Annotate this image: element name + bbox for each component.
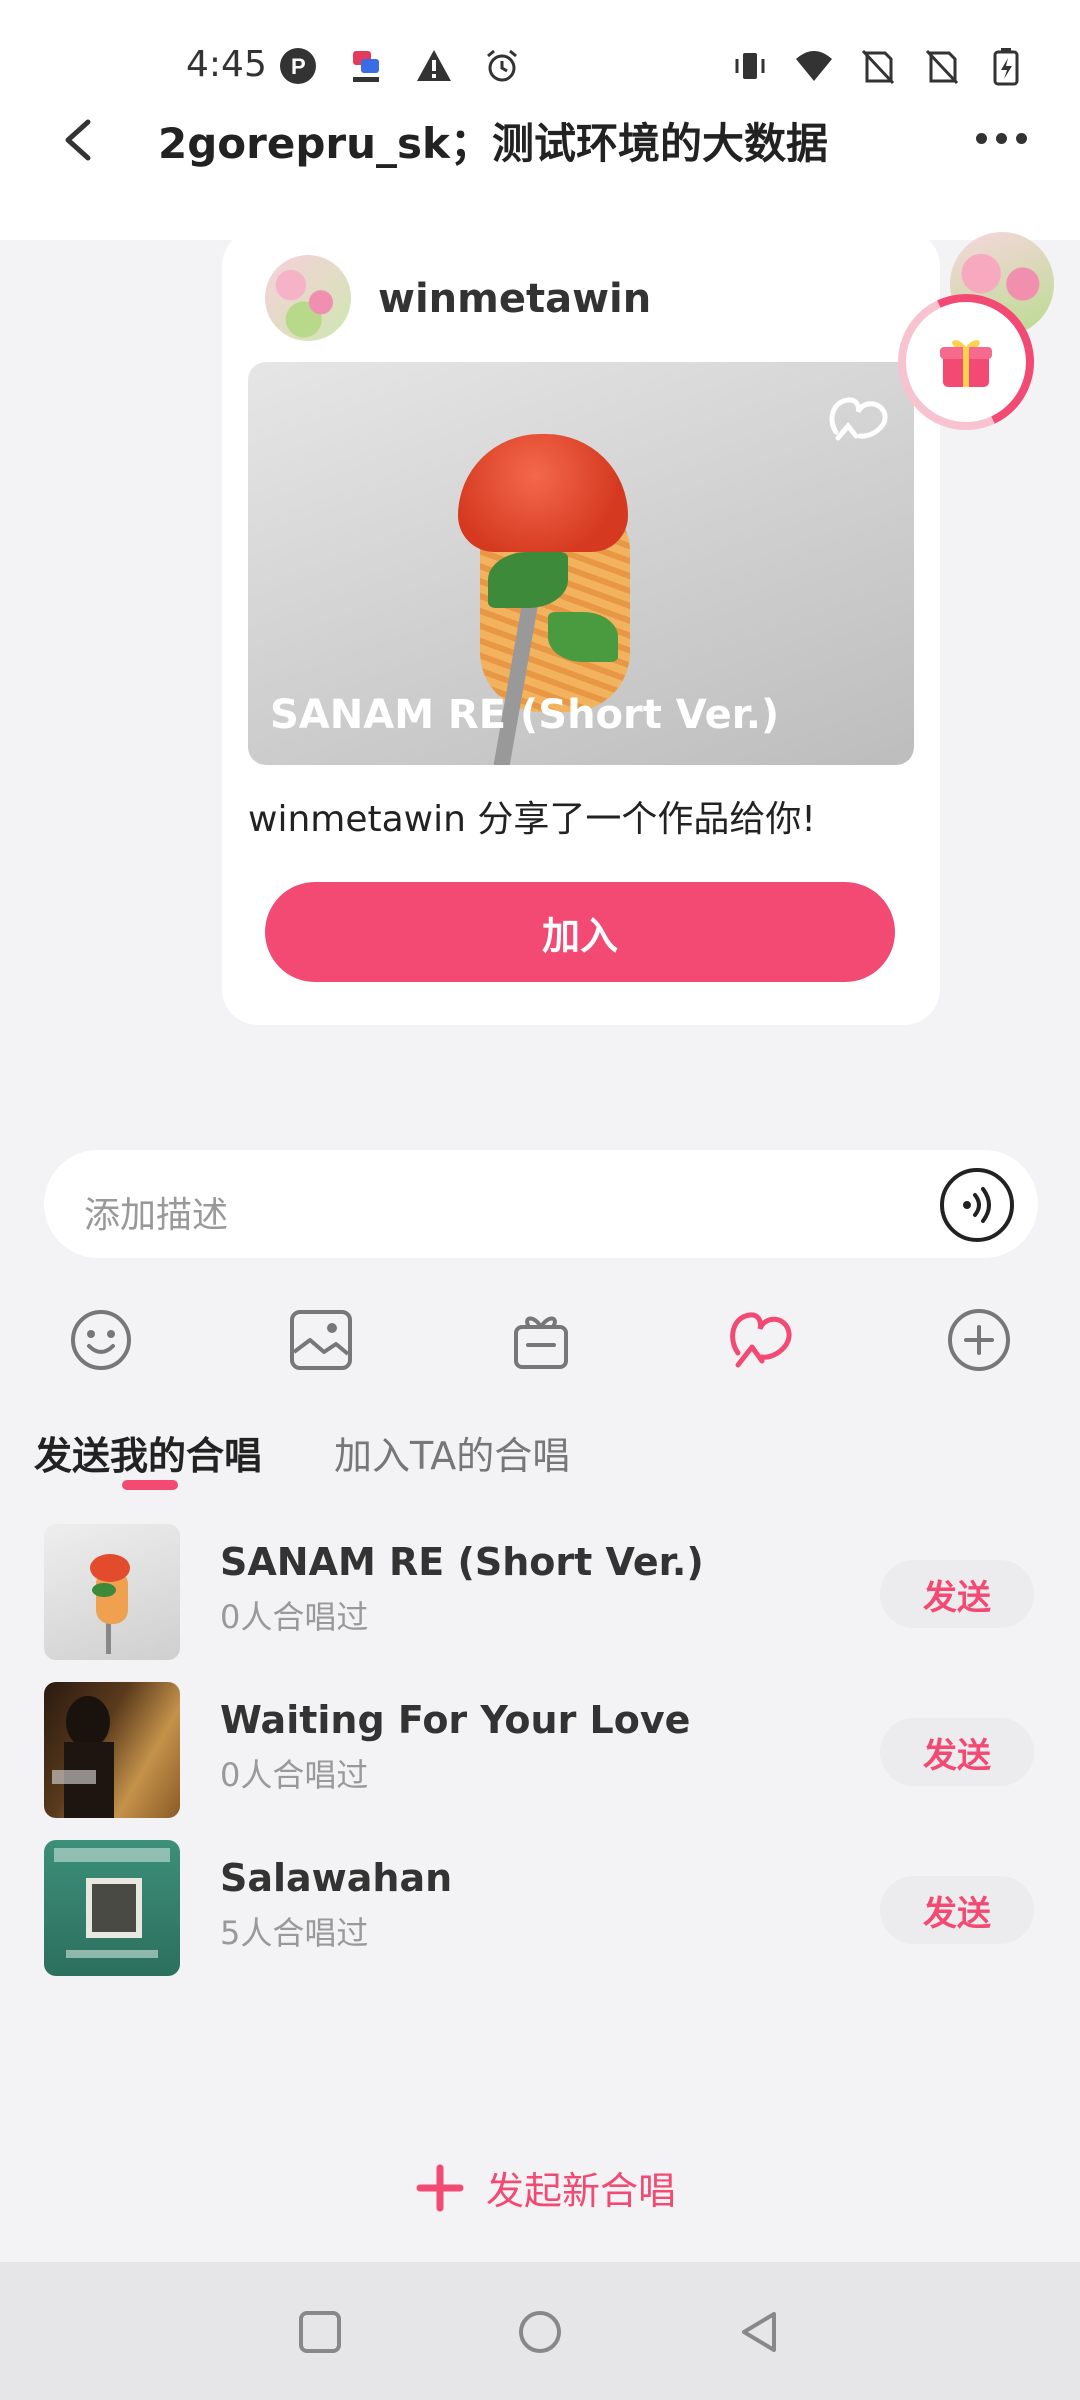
triangle-back-icon xyxy=(742,2312,776,2352)
tab-indicator xyxy=(122,1480,178,1490)
wifi-icon xyxy=(794,46,834,86)
more-options-button[interactable] xyxy=(966,118,1036,158)
description-placeholder: 添加描述 xyxy=(84,1195,229,1236)
cover-song-title: SANAM RE (Short Ver.) xyxy=(270,692,780,738)
image-button[interactable] xyxy=(286,1305,356,1375)
back-nav-button[interactable] xyxy=(734,2306,786,2358)
song-row[interactable]: Waiting For Your Love 0人合唱过 发送 xyxy=(0,1682,1080,1822)
duet-badge-icon xyxy=(826,392,890,446)
circle-icon xyxy=(519,2311,561,2353)
cover-art xyxy=(488,552,568,608)
square-icon xyxy=(299,2311,341,2353)
status-time: 4:45 xyxy=(186,44,267,85)
song-title: SANAM RE (Short Ver.) xyxy=(220,1540,704,1584)
duet-button[interactable] xyxy=(724,1305,794,1375)
no-sim-icon xyxy=(922,46,962,86)
song-row[interactable]: Salawahan 5人合唱过 发送 xyxy=(0,1840,1080,1980)
recents-button[interactable] xyxy=(294,2306,346,2358)
send-button[interactable]: 发送 xyxy=(880,1560,1034,1628)
p-app-icon: P xyxy=(278,46,318,86)
sender-avatar[interactable] xyxy=(265,255,351,341)
song-row[interactable]: SANAM RE (Short Ver.) 0人合唱过 发送 xyxy=(0,1524,1080,1664)
vibrate-icon xyxy=(730,46,770,86)
cover-art xyxy=(548,612,618,662)
emoji-button[interactable] xyxy=(66,1305,136,1375)
no-sim-icon xyxy=(858,46,898,86)
plus-circle-icon xyxy=(948,1309,1010,1371)
gift-button[interactable] xyxy=(506,1305,576,1375)
plus-icon xyxy=(416,2164,464,2211)
voice-input-button[interactable] xyxy=(940,1168,1014,1242)
more-dot xyxy=(995,132,1007,144)
song-duet-count: 5人合唱过 xyxy=(220,1914,369,1952)
gift-icon xyxy=(514,1316,568,1369)
svg-text:P: P xyxy=(291,54,306,79)
tab-join-their-duet[interactable]: 加入TA的合唱 xyxy=(334,1425,570,1480)
song-cover xyxy=(44,1682,180,1818)
more-dot xyxy=(1015,132,1027,144)
song-title: Waiting For Your Love xyxy=(220,1698,691,1742)
voice-icon xyxy=(963,1187,991,1223)
back-arrow-icon xyxy=(65,119,91,161)
start-new-duet-button[interactable]: 发起新合唱 xyxy=(416,2160,676,2215)
status-icons-right xyxy=(730,46,1026,86)
song-cover xyxy=(44,1524,180,1660)
work-cover[interactable]: SANAM RE (Short Ver.) xyxy=(248,362,914,765)
image-icon xyxy=(290,1310,352,1370)
start-new-duet-label: 发起新合唱 xyxy=(486,2169,677,2213)
song-title: Salawahan xyxy=(220,1856,453,1900)
song-cover xyxy=(44,1840,180,1976)
song-duet-count: 0人合唱过 xyxy=(220,1756,369,1794)
send-button[interactable]: 发送 xyxy=(880,1718,1034,1786)
more-dot xyxy=(975,132,987,144)
status-icons-left: P xyxy=(278,46,522,86)
song-duet-count: 0人合唱过 xyxy=(220,1598,369,1636)
alarm-icon xyxy=(482,46,522,86)
battery-charging-icon xyxy=(986,46,1026,86)
page-title: 2gorepru_sk；测试环境的大数据 xyxy=(158,119,828,168)
emoji-icon xyxy=(71,1310,131,1370)
game-app-icon xyxy=(346,46,386,86)
tab-send-my-duet[interactable]: 发送我的合唱 xyxy=(34,1425,262,1480)
back-button[interactable] xyxy=(50,110,110,170)
cover-art xyxy=(458,434,628,552)
share-message: winmetawin 分享了一个作品给你! xyxy=(248,799,816,840)
gift-float-button[interactable] xyxy=(878,274,1054,450)
home-button[interactable] xyxy=(514,2306,566,2358)
warning-icon xyxy=(414,46,454,86)
sender-username: winmetawin xyxy=(378,276,652,322)
more-tools-button[interactable] xyxy=(944,1305,1014,1375)
duet-icon xyxy=(730,1312,792,1368)
send-button[interactable]: 发送 xyxy=(880,1876,1034,1944)
join-button[interactable]: 加入 xyxy=(265,882,895,982)
